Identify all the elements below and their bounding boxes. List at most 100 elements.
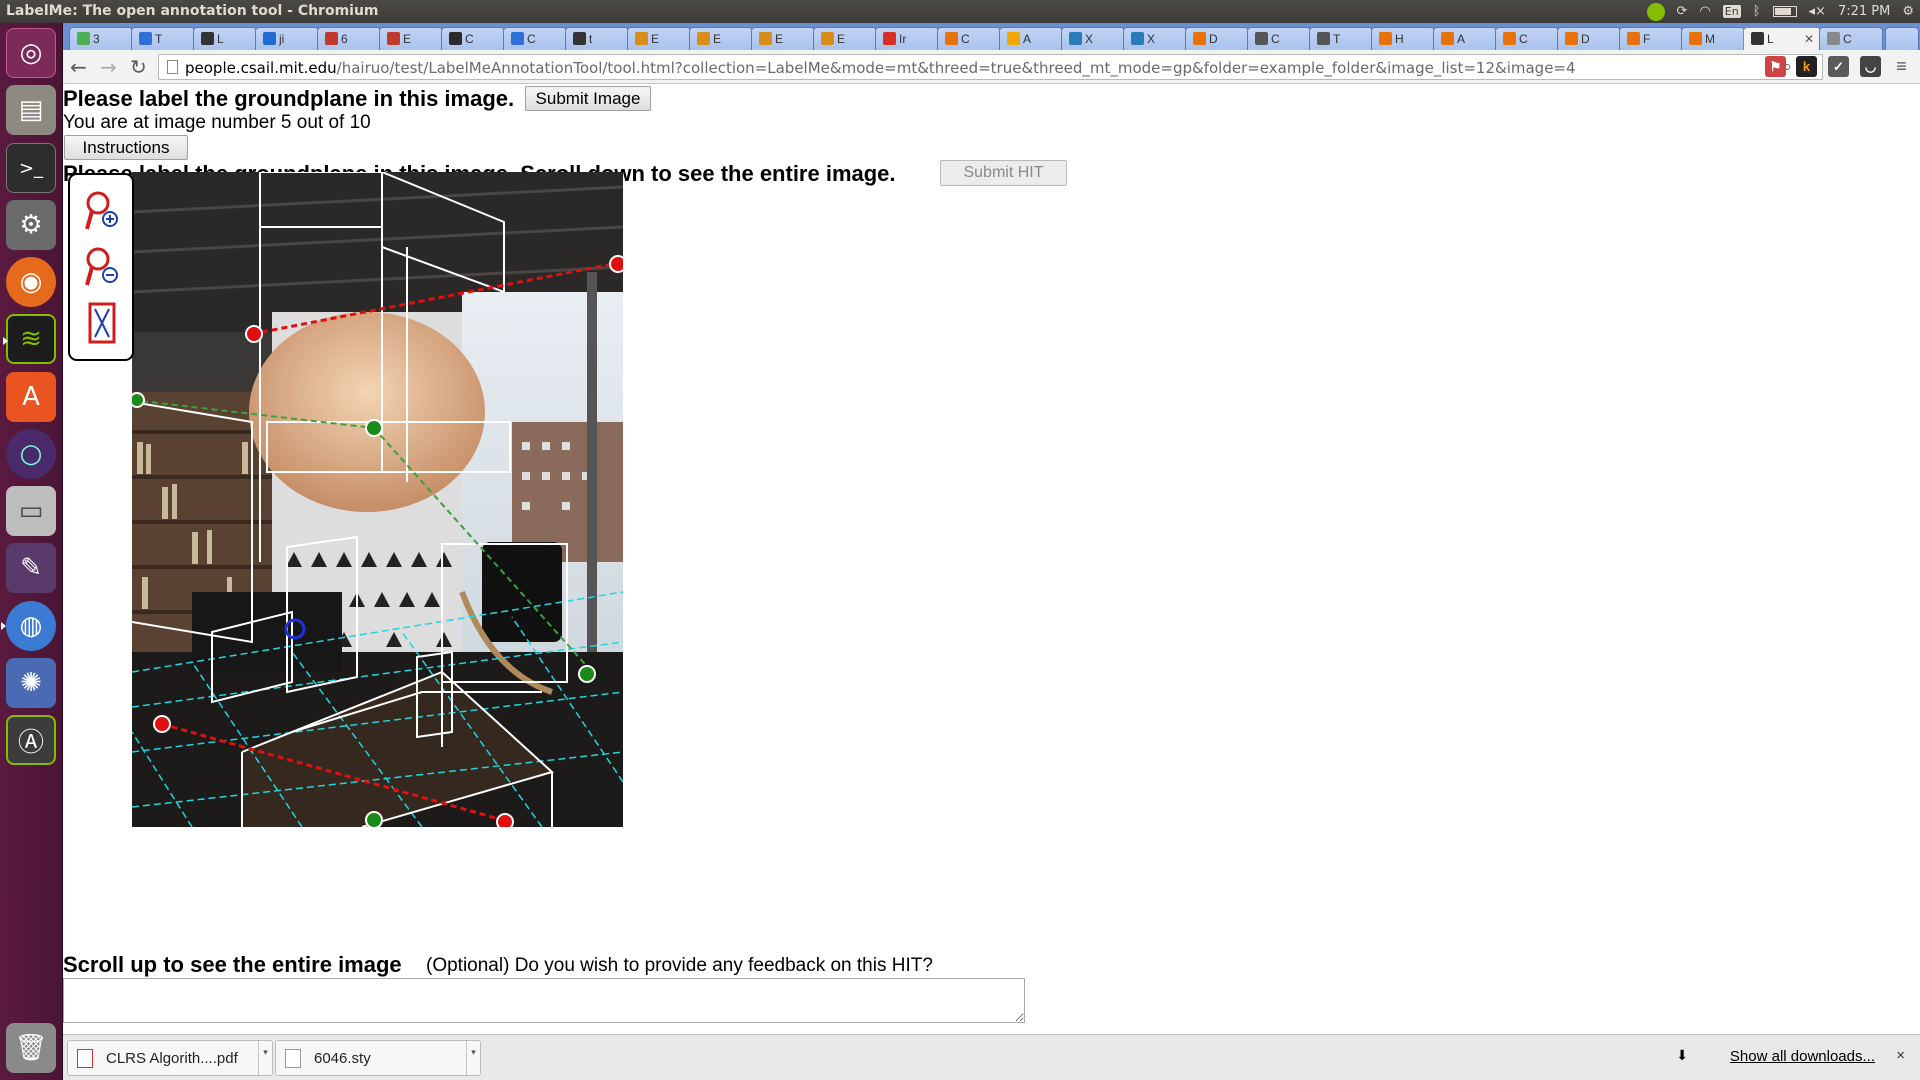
software-updater-icon[interactable]: Ⓐ [6,715,56,765]
green-handle[interactable] [578,665,596,683]
browser-tab[interactable]: E [751,27,815,50]
red-handle[interactable] [609,255,623,273]
k-extension-icon[interactable]: k [1796,56,1817,77]
browser-tab[interactable]: E [379,27,443,50]
sync-icon[interactable]: ⟳ [1677,4,1688,19]
browser-tab[interactable]: C [503,27,567,50]
download-item[interactable]: 6046.sty ▾ [275,1040,481,1076]
tab-label: T [155,32,163,46]
red-handle[interactable] [153,715,171,733]
tab-label: E [775,32,784,46]
zoom-out-icon[interactable] [84,245,120,289]
browser-tab[interactable]: A [1433,27,1497,50]
browser-tab[interactable]: A [999,27,1063,50]
window-title: LabelMe: The open annotation tool - Chro… [6,3,379,19]
wifi-icon[interactable]: ◠ [1699,4,1710,19]
browser-tab[interactable]: D [1557,27,1621,50]
submit-image-button[interactable]: Submit Image [525,86,651,111]
shotwell-icon[interactable]: ✺ [6,658,56,708]
spotify-icon[interactable]: ≋ [3,314,56,364]
feedback-textarea[interactable] [63,978,1025,1023]
browser-tab[interactable]: Ir [875,27,939,50]
browser-tab[interactable]: E [627,27,691,50]
browser-tab[interactable]: 6 [317,27,381,50]
annotation-image[interactable] [132,172,623,827]
green-handle[interactable] [365,811,383,827]
tab-favicon-icon [697,32,710,45]
tab-strip: 3 T Lji 6 E C Ct E E E E Ir C A X X D C T H A C D F M L ✕ C [63,23,1920,51]
close-icon[interactable]: × [1896,1047,1905,1064]
back-icon[interactable]: ← [70,55,87,79]
browser-tab[interactable]: F [1619,27,1683,50]
files-icon[interactable]: ▤ [6,85,56,135]
ubuntu-dash-icon[interactable]: ◎ [6,28,56,78]
new-tab-button[interactable] [1885,27,1919,50]
tab-favicon-icon [201,32,214,45]
settings-gear-icon[interactable]: ⚙ [1902,4,1914,19]
extension-icon[interactable]: ⚑ [1765,56,1786,77]
chromium-icon[interactable]: ◍ [1,601,56,651]
unity-tweak-icon[interactable]: ○ [6,429,56,479]
browser-tab[interactable]: C [441,27,505,50]
browser-tab[interactable]: L [193,27,257,50]
fit-image-icon[interactable] [84,301,120,345]
browser-tab[interactable]: L ✕ [1743,27,1821,51]
chevron-down-icon[interactable]: ▾ [258,1041,272,1075]
spotify-tray-icon[interactable] [1646,2,1665,21]
browser-tab[interactable]: E [813,27,877,50]
menu-icon[interactable]: ≡ [1891,56,1912,77]
firefox-icon[interactable]: ◉ [6,257,56,307]
browser-tab[interactable]: X [1123,27,1187,50]
tab-label: D [1581,32,1590,46]
disk-icon[interactable]: ▭ [6,486,56,536]
submit-hit-button[interactable]: Submit HIT [940,160,1067,186]
system-settings-icon[interactable]: ⚙ [6,200,56,250]
inkscape-icon[interactable]: ✎ [6,543,56,593]
tab-favicon-icon [1255,32,1268,45]
browser-tab[interactable]: D [1185,27,1249,50]
zoom-tool-panel [68,173,134,361]
tab-favicon-icon [263,32,276,45]
tab-label: T [1333,32,1341,46]
terminal-icon[interactable]: >_ [6,143,56,193]
browser-tab[interactable]: T [131,27,195,50]
instructions-button[interactable]: Instructions [64,135,188,160]
browser-tab[interactable]: t [565,27,629,50]
green-handle[interactable] [365,419,383,437]
browser-tab[interactable]: C [1247,27,1311,50]
checker-extension-icon[interactable]: ✓ [1828,56,1849,77]
volume-icon[interactable]: ◂× [1809,4,1826,19]
browser-tab[interactable]: C [1495,27,1559,50]
scene-svg[interactable] [132,172,623,827]
chevron-down-icon[interactable]: ▾ [466,1041,480,1075]
forward-icon[interactable]: → [100,55,117,79]
reload-icon[interactable]: ↻ [130,55,147,79]
trash-icon[interactable]: 🗑 [6,1023,56,1073]
red-handle[interactable] [496,813,514,827]
browser-tab[interactable]: M [1681,27,1745,50]
browser-tab[interactable]: H [1371,27,1435,50]
software-center-icon[interactable]: A [6,372,56,422]
browser-tab[interactable]: ji [255,27,319,50]
browser-tab[interactable]: E [689,27,753,50]
feedback-prompt: (Optional) Do you wish to provide any fe… [426,955,933,976]
browser-tab[interactable]: X [1061,27,1125,50]
tab-close-icon[interactable]: ✕ [1804,32,1814,46]
show-all-downloads-link[interactable]: Show all downloads... [1730,1048,1875,1065]
keyboard-layout[interactable]: En [1722,5,1741,18]
pocket-icon[interactable]: ◡ [1860,56,1881,77]
browser-tab[interactable]: C [937,27,1001,50]
bluetooth-icon[interactable]: ᛒ [1753,4,1761,19]
clock[interactable]: 7:21 PM [1838,4,1890,19]
browser-tab[interactable]: C [1819,27,1883,50]
browser-tab[interactable]: T [1309,27,1373,50]
zoom-in-icon[interactable] [84,189,120,233]
green-handle[interactable] [132,392,145,408]
tab-favicon-icon [1317,32,1330,45]
battery-icon[interactable] [1772,6,1797,17]
browser-tab[interactable]: 3 [69,27,133,50]
download-item[interactable]: CLRS Algorith....pdf ▾ [67,1040,273,1076]
tab-favicon-icon [325,32,338,45]
red-handle[interactable] [245,325,263,343]
address-bar[interactable]: people.csail.mit.edu/hairuo/test/LabelMe… [158,54,1823,80]
